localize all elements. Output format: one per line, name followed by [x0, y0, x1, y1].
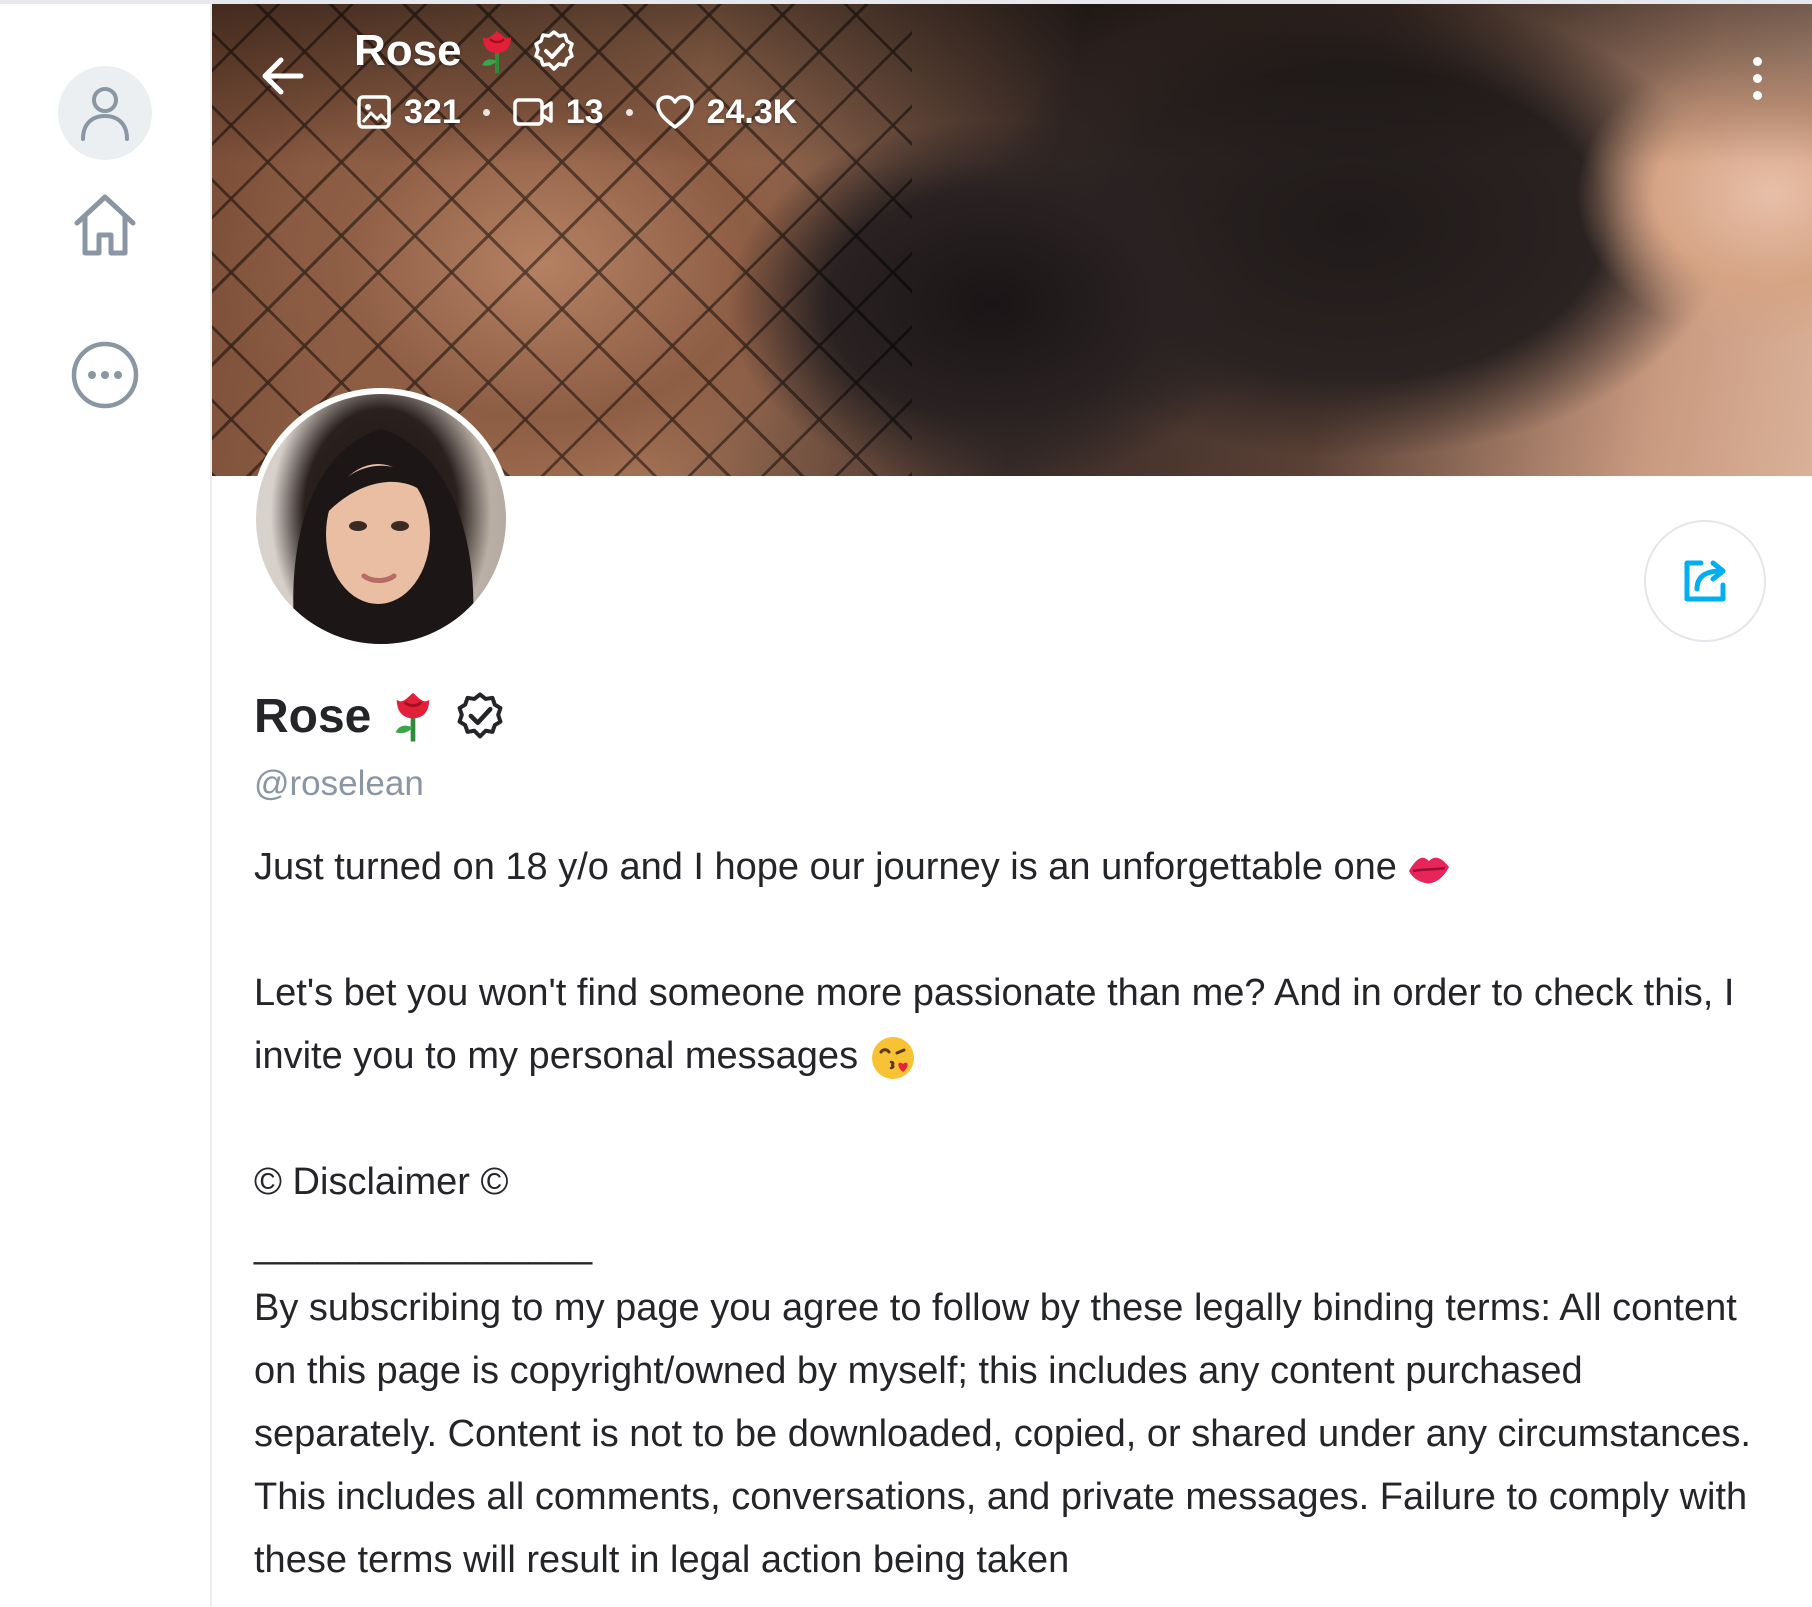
- bio-line: Let's bet you won't find someone more pa…: [254, 962, 1774, 1088]
- disclaimer-terms: By subscribing to my page you agree to f…: [254, 1287, 1751, 1581]
- kissing-face-emoji-icon: [871, 1036, 914, 1079]
- profile-name-text: Rose: [254, 689, 372, 743]
- verified-badge-icon: [533, 30, 574, 71]
- more-horizontal-icon: [71, 341, 139, 409]
- home-icon: [74, 194, 136, 256]
- more-options-button[interactable]: [1740, 48, 1774, 108]
- disclaimer-title: © Disclaimer ©: [254, 1161, 509, 1203]
- rail-user-avatar[interactable]: [58, 66, 152, 160]
- bio-line: Just turned on 18 y/o and I hope our jou…: [254, 836, 1774, 899]
- likes-count: 24.3K: [655, 92, 798, 132]
- video-icon: [512, 98, 553, 126]
- user-icon: [81, 87, 129, 141]
- stat-separator: [625, 108, 633, 116]
- photos-count-value: 321: [404, 92, 461, 131]
- videos-count[interactable]: 13: [512, 93, 604, 132]
- rail-more-button[interactable]: [64, 334, 146, 416]
- likes-count-value: 24.3K: [706, 92, 798, 131]
- profile-avatar[interactable]: [250, 388, 512, 650]
- rose-emoji-icon: [396, 692, 430, 742]
- verified-badge-icon: [457, 692, 503, 739]
- bio-line-1: Just turned on 18 y/o and I hope our jou…: [254, 846, 1397, 888]
- header-title: Rose: [354, 20, 576, 82]
- rose-emoji-icon: [481, 31, 511, 73]
- rail-home-button[interactable]: [64, 184, 146, 266]
- share-button[interactable]: [1644, 520, 1766, 642]
- header-name-text: Rose: [354, 26, 462, 75]
- profile-avatar-photo: [256, 394, 506, 644]
- more-vertical-icon: [1752, 56, 1762, 66]
- lips-emoji-icon: [1409, 857, 1450, 884]
- share-icon: [1684, 560, 1726, 602]
- heart-icon: [655, 95, 694, 129]
- left-nav-rail: [0, 4, 210, 1607]
- bio-line-2: Let's bet you won't find someone more pa…: [254, 972, 1735, 1077]
- profile-bio: Just turned on 18 y/o and I hope our jou…: [254, 836, 1774, 1592]
- avatar-portrait-illustration: [293, 429, 474, 644]
- image-icon: [357, 95, 391, 129]
- videos-count-value: 13: [565, 92, 604, 131]
- profile-name: Rose: [254, 688, 505, 744]
- profile-handle: @roselean: [254, 764, 424, 803]
- disclaimer-divider: ________________: [254, 1224, 593, 1266]
- header-stats: 321 13 24.3K: [356, 88, 797, 136]
- photos-count[interactable]: 321: [356, 93, 461, 132]
- arrow-left-icon: [262, 57, 304, 95]
- stat-separator: [482, 108, 490, 116]
- back-button[interactable]: [252, 46, 312, 106]
